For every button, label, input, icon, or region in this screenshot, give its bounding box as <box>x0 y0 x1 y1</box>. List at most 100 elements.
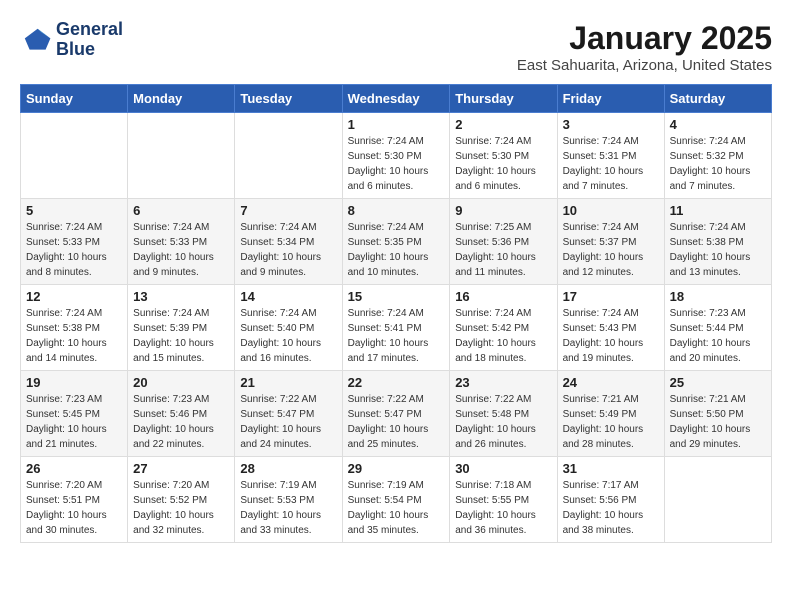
day-number: 26 <box>26 461 122 476</box>
day-info: Sunrise: 7:24 AM Sunset: 5:38 PM Dayligh… <box>26 306 122 366</box>
calendar-cell: 23 Sunrise: 7:22 AM Sunset: 5:48 PM Dayli… <box>450 371 557 457</box>
day-info: Sunrise: 7:24 AM Sunset: 5:31 PM Dayligh… <box>563 134 659 194</box>
day-info: Sunrise: 7:18 AM Sunset: 5:55 PM Dayligh… <box>455 478 551 538</box>
calendar-cell <box>664 457 771 543</box>
day-number: 18 <box>670 289 766 304</box>
day-number: 1 <box>348 117 445 132</box>
calendar-cell: 3 Sunrise: 7:24 AM Sunset: 5:31 PM Daylig… <box>557 113 664 199</box>
day-info: Sunrise: 7:21 AM Sunset: 5:50 PM Dayligh… <box>670 392 766 452</box>
day-info: Sunrise: 7:24 AM Sunset: 5:41 PM Dayligh… <box>348 306 445 366</box>
day-number: 12 <box>26 289 122 304</box>
day-number: 7 <box>240 203 336 218</box>
calendar-cell: 30 Sunrise: 7:18 AM Sunset: 5:55 PM Dayli… <box>450 457 557 543</box>
day-number: 30 <box>455 461 551 476</box>
day-number: 6 <box>133 203 229 218</box>
location-subtitle: East Sahuarita, Arizona, United States <box>517 57 772 74</box>
day-info: Sunrise: 7:24 AM Sunset: 5:43 PM Dayligh… <box>563 306 659 366</box>
day-info: Sunrise: 7:20 AM Sunset: 5:52 PM Dayligh… <box>133 478 229 538</box>
day-number: 20 <box>133 375 229 390</box>
day-number: 31 <box>563 461 659 476</box>
day-number: 28 <box>240 461 336 476</box>
day-info: Sunrise: 7:24 AM Sunset: 5:32 PM Dayligh… <box>670 134 766 194</box>
calendar-week-1: 1 Sunrise: 7:24 AM Sunset: 5:30 PM Daylig… <box>21 113 772 199</box>
calendar-week-4: 19 Sunrise: 7:23 AM Sunset: 5:45 PM Dayli… <box>21 371 772 457</box>
weekday-header-thursday: Thursday <box>450 85 557 113</box>
calendar-cell: 12 Sunrise: 7:24 AM Sunset: 5:38 PM Dayli… <box>21 285 128 371</box>
calendar-cell: 27 Sunrise: 7:20 AM Sunset: 5:52 PM Dayli… <box>128 457 235 543</box>
day-number: 16 <box>455 289 551 304</box>
calendar-cell: 28 Sunrise: 7:19 AM Sunset: 5:53 PM Dayli… <box>235 457 342 543</box>
day-info: Sunrise: 7:23 AM Sunset: 5:44 PM Dayligh… <box>670 306 766 366</box>
day-info: Sunrise: 7:21 AM Sunset: 5:49 PM Dayligh… <box>563 392 659 452</box>
calendar-week-5: 26 Sunrise: 7:20 AM Sunset: 5:51 PM Dayli… <box>21 457 772 543</box>
day-info: Sunrise: 7:17 AM Sunset: 5:56 PM Dayligh… <box>563 478 659 538</box>
day-info: Sunrise: 7:24 AM Sunset: 5:42 PM Dayligh… <box>455 306 551 366</box>
day-number: 11 <box>670 203 766 218</box>
calendar-cell: 17 Sunrise: 7:24 AM Sunset: 5:43 PM Dayli… <box>557 285 664 371</box>
day-number: 19 <box>26 375 122 390</box>
weekday-header-friday: Friday <box>557 85 664 113</box>
calendar-cell: 24 Sunrise: 7:21 AM Sunset: 5:49 PM Dayli… <box>557 371 664 457</box>
calendar-cell: 4 Sunrise: 7:24 AM Sunset: 5:32 PM Daylig… <box>664 113 771 199</box>
day-info: Sunrise: 7:24 AM Sunset: 5:30 PM Dayligh… <box>348 134 445 194</box>
calendar-cell: 18 Sunrise: 7:23 AM Sunset: 5:44 PM Dayli… <box>664 285 771 371</box>
calendar-cell <box>128 113 235 199</box>
calendar-cell: 26 Sunrise: 7:20 AM Sunset: 5:51 PM Dayli… <box>21 457 128 543</box>
calendar-cell <box>235 113 342 199</box>
calendar-cell: 25 Sunrise: 7:21 AM Sunset: 5:50 PM Dayli… <box>664 371 771 457</box>
month-title: January 2025 <box>517 20 772 57</box>
weekday-header-sunday: Sunday <box>21 85 128 113</box>
page-header: General Blue January 2025 East Sahuarita… <box>20 20 772 74</box>
calendar-cell: 8Sunrise: 7:24 AM Sunset: 5:35 PM Daylig… <box>342 199 450 285</box>
day-number: 4 <box>670 117 766 132</box>
calendar-cell: 1 Sunrise: 7:24 AM Sunset: 5:30 PM Daylig… <box>342 113 450 199</box>
calendar-cell: 9 Sunrise: 7:25 AM Sunset: 5:36 PM Daylig… <box>450 199 557 285</box>
day-info: Sunrise: 7:24 AM Sunset: 5:34 PM Dayligh… <box>240 220 336 280</box>
day-number: 23 <box>455 375 551 390</box>
day-info: Sunrise: 7:22 AM Sunset: 5:48 PM Dayligh… <box>455 392 551 452</box>
calendar-cell: 20 Sunrise: 7:23 AM Sunset: 5:46 PM Dayli… <box>128 371 235 457</box>
day-number: 22 <box>348 375 445 390</box>
calendar-cell: 15 Sunrise: 7:24 AM Sunset: 5:41 PM Dayli… <box>342 285 450 371</box>
day-info: Sunrise: 7:25 AM Sunset: 5:36 PM Dayligh… <box>455 220 551 280</box>
day-info: Sunrise: 7:24 AM Sunset: 5:35 PM Dayligh… <box>348 220 445 280</box>
weekday-header-saturday: Saturday <box>664 85 771 113</box>
weekday-header-wednesday: Wednesday <box>342 85 450 113</box>
day-info: Sunrise: 7:22 AM Sunset: 5:47 PM Dayligh… <box>348 392 445 452</box>
day-number: 14 <box>240 289 336 304</box>
calendar-cell <box>21 113 128 199</box>
day-number: 3 <box>563 117 659 132</box>
calendar-cell: 19 Sunrise: 7:23 AM Sunset: 5:45 PM Dayli… <box>21 371 128 457</box>
day-number: 17 <box>563 289 659 304</box>
calendar-cell: 29Sunrise: 7:19 AM Sunset: 5:54 PM Dayli… <box>342 457 450 543</box>
calendar-table: SundayMondayTuesdayWednesdayThursdayFrid… <box>20 84 772 543</box>
day-number: 27 <box>133 461 229 476</box>
calendar-cell: 14 Sunrise: 7:24 AM Sunset: 5:40 PM Dayli… <box>235 285 342 371</box>
day-info: Sunrise: 7:24 AM Sunset: 5:40 PM Dayligh… <box>240 306 336 366</box>
calendar-week-2: 5 Sunrise: 7:24 AM Sunset: 5:33 PM Daylig… <box>21 199 772 285</box>
calendar-week-3: 12 Sunrise: 7:24 AM Sunset: 5:38 PM Dayli… <box>21 285 772 371</box>
day-info: Sunrise: 7:24 AM Sunset: 5:33 PM Dayligh… <box>26 220 122 280</box>
day-number: 15 <box>348 289 445 304</box>
calendar-cell: 11Sunrise: 7:24 AM Sunset: 5:38 PM Dayli… <box>664 199 771 285</box>
day-info: Sunrise: 7:20 AM Sunset: 5:51 PM Dayligh… <box>26 478 122 538</box>
day-number: 24 <box>563 375 659 390</box>
day-info: Sunrise: 7:24 AM Sunset: 5:30 PM Dayligh… <box>455 134 551 194</box>
day-info: Sunrise: 7:24 AM Sunset: 5:37 PM Dayligh… <box>563 220 659 280</box>
calendar-cell: 6 Sunrise: 7:24 AM Sunset: 5:33 PM Daylig… <box>128 199 235 285</box>
day-number: 9 <box>455 203 551 218</box>
day-info: Sunrise: 7:19 AM Sunset: 5:53 PM Dayligh… <box>240 478 336 538</box>
calendar-cell: 7 Sunrise: 7:24 AM Sunset: 5:34 PM Daylig… <box>235 199 342 285</box>
day-number: 10 <box>563 203 659 218</box>
day-number: 5 <box>26 203 122 218</box>
calendar-cell: 2Sunrise: 7:24 AM Sunset: 5:30 PM Daylig… <box>450 113 557 199</box>
calendar-cell: 21Sunrise: 7:22 AM Sunset: 5:47 PM Dayli… <box>235 371 342 457</box>
day-info: Sunrise: 7:23 AM Sunset: 5:45 PM Dayligh… <box>26 392 122 452</box>
day-info: Sunrise: 7:19 AM Sunset: 5:54 PM Dayligh… <box>348 478 445 538</box>
day-info: Sunrise: 7:24 AM Sunset: 5:33 PM Dayligh… <box>133 220 229 280</box>
logo-icon <box>20 24 52 56</box>
title-block: January 2025 East Sahuarita, Arizona, Un… <box>517 20 772 74</box>
day-info: Sunrise: 7:23 AM Sunset: 5:46 PM Dayligh… <box>133 392 229 452</box>
day-number: 25 <box>670 375 766 390</box>
weekday-header-monday: Monday <box>128 85 235 113</box>
